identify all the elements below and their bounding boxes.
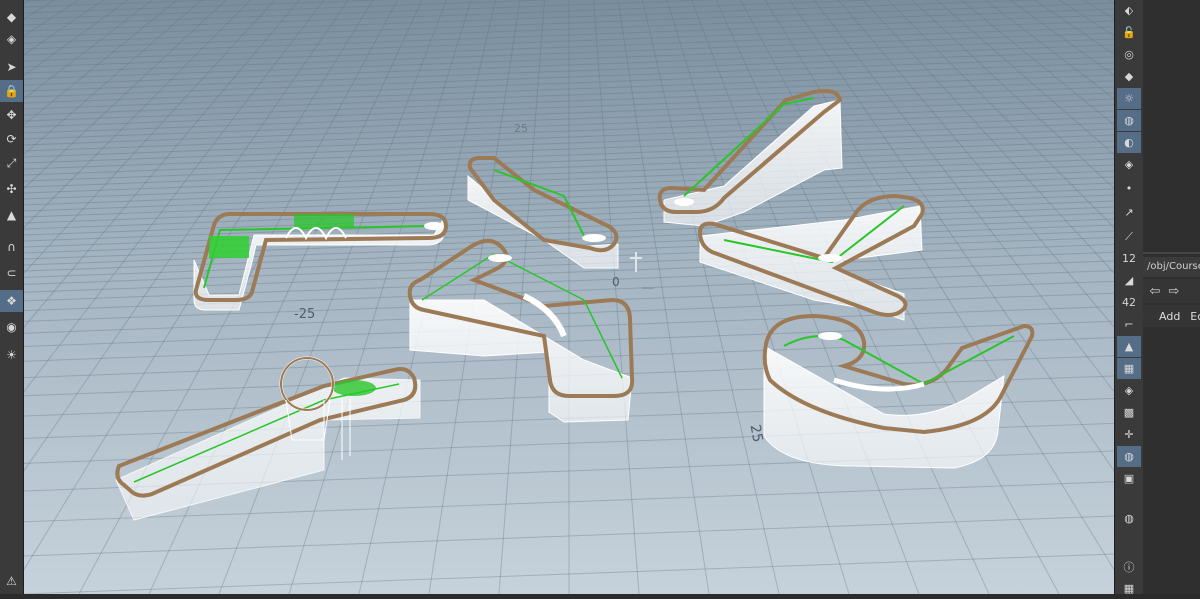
background-icon[interactable]: ◐ <box>1117 132 1141 153</box>
grid-label-0: 0 <box>612 275 620 289</box>
track-piece-s-curve[interactable] <box>762 313 1035 469</box>
panel-divider <box>1143 252 1200 254</box>
display-options-icon[interactable]: ◆ <box>1117 66 1141 87</box>
network-menu-bar: Add Ec <box>1143 305 1200 327</box>
edit-node-icon[interactable]: ◆ <box>0 6 23 28</box>
ghost-icon[interactable]: ◈ <box>1117 154 1141 175</box>
back-arrow-icon[interactable]: ⇦ <box>1147 284 1163 299</box>
scale-icon[interactable]: ⤢ <box>0 152 23 174</box>
grid-label-neg25: -25 <box>294 307 315 322</box>
geo-icon[interactable]: ◍ <box>1117 508 1141 529</box>
point-numbers-icon[interactable]: 12 <box>1117 248 1141 269</box>
lock-icon[interactable]: 🔒 <box>0 80 23 102</box>
light-icon[interactable]: ☀ <box>0 344 23 366</box>
snap-icon[interactable]: ⊂ <box>0 262 23 284</box>
network-path-field[interactable]: /obj/Course_ <box>1143 257 1200 277</box>
network-panel: /obj/Course_ ⇦ ⇨ Add Ec <box>1143 0 1200 594</box>
grid-label-25-bottom: 25 <box>747 423 766 443</box>
texture-icon[interactable]: ▦ <box>1117 358 1141 379</box>
scene-canvas: -25 25 0 25 <box>24 0 1114 594</box>
bottom-warning-icon[interactable]: ⚠ <box>0 570 23 592</box>
sphere-icon[interactable]: ◍ <box>1117 446 1141 467</box>
points-icon[interactable]: • <box>1117 178 1141 199</box>
forward-arrow-icon[interactable]: ⇨ <box>1166 284 1182 299</box>
shading-icon[interactable]: ◍ <box>1117 110 1141 131</box>
right-toolbar: ⬖ 🔓 ◎ ◆ ☼ ◍ ◐ ◈ • ↗ ⟋ 12 ◢ 42 ⌐ ▲ ▦ ◈ ▩ ✛ ◍ ▣ ◍ ⓘ ▦ <box>1114 0 1144 595</box>
corner-icon[interactable]: ⌐ <box>1117 314 1141 335</box>
layout-icon[interactable]: ▦ <box>1117 578 1141 599</box>
info-icon[interactable]: ⓘ <box>1117 556 1141 577</box>
rotate-icon[interactable]: ⟳ <box>0 128 23 150</box>
pin-icon[interactable]: ⬖ <box>1117 0 1141 21</box>
network-nav-bar: ⇦ ⇨ <box>1143 279 1200 303</box>
camera-icon[interactable]: ◉ <box>0 316 23 338</box>
menu-edit[interactable]: Ec <box>1190 310 1200 323</box>
menu-add[interactable]: Add <box>1159 310 1180 323</box>
primitives-icon[interactable]: ⟋ <box>1117 226 1141 247</box>
viewport-3d[interactable]: -25 25 0 25 <box>24 0 1114 594</box>
snap-display-icon[interactable]: ◈ <box>1117 380 1141 401</box>
handle-icon[interactable]: ▲ <box>0 204 23 226</box>
wireframe-icon[interactable]: ▲ <box>1117 336 1141 357</box>
visibility-icon[interactable]: ◎ <box>1117 44 1141 65</box>
left-toolbar: ◆ ◈ ➤ 🔒 ✥ ⟳ ⤢ ✣ ▲ ∩ ⊂ ❖ ◉ ☀ ⚠ <box>0 0 24 594</box>
lighting-icon[interactable]: ☼ <box>1117 88 1141 109</box>
transform-icon[interactable]: ✥ <box>0 104 23 126</box>
prim-numbers-icon[interactable]: 42 <box>1117 292 1141 313</box>
vertex-icon[interactable]: ◢ <box>1117 270 1141 291</box>
lock-view-icon[interactable]: 🔓 <box>1117 22 1141 43</box>
select-arrow-icon[interactable]: ➤ <box>0 56 23 78</box>
uv-icon[interactable]: ▩ <box>1117 402 1141 423</box>
grid-label-25-top: 25 <box>514 122 528 135</box>
group-icon[interactable]: ❖ <box>0 290 23 312</box>
shelf-icon[interactable]: ◈ <box>0 28 23 50</box>
normals-icon[interactable]: ↗ <box>1117 202 1141 223</box>
magnet-icon[interactable]: ∩ <box>0 236 23 258</box>
pose-icon[interactable]: ✣ <box>0 178 23 200</box>
render-icon[interactable]: ▣ <box>1117 468 1141 489</box>
axis-icon[interactable]: ✛ <box>1117 424 1141 445</box>
